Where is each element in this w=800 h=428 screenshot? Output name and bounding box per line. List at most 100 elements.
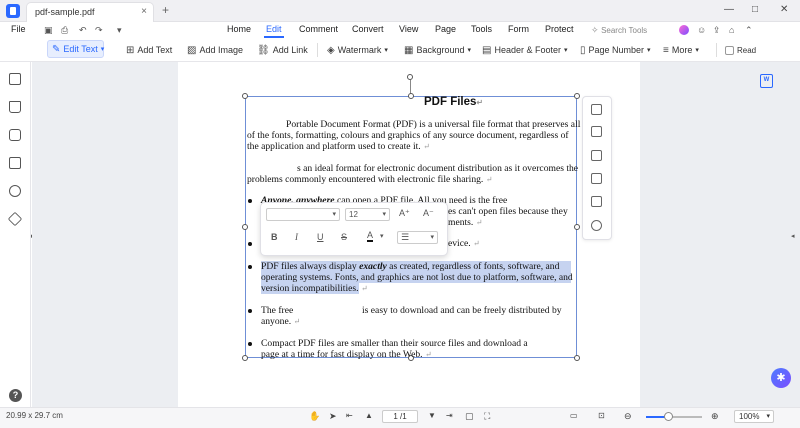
watermark-button[interactable]: ◈ Watermark ▾ — [327, 43, 388, 57]
font-color-button[interactable]: A — [367, 231, 374, 242]
attachment-icon[interactable] — [9, 157, 21, 169]
comment-icon[interactable] — [9, 129, 21, 141]
menu-convert[interactable]: Convert — [352, 24, 384, 34]
resize-handle-tc[interactable] — [408, 93, 414, 99]
menu-tools[interactable]: Tools — [471, 24, 492, 34]
notification-icon[interactable]: ⌂ — [729, 25, 734, 35]
undo-icon[interactable]: ↶ — [79, 25, 87, 36]
previous-page-icon[interactable]: ▲ — [365, 411, 373, 420]
resize-handle-br[interactable] — [574, 355, 580, 361]
hand-tool-icon[interactable]: ✋ — [309, 411, 320, 422]
add-link-button[interactable]: ⛓ Add Link — [257, 43, 308, 57]
image-icon[interactable] — [591, 150, 602, 161]
resize-handle-tl[interactable] — [242, 93, 248, 99]
menu-file[interactable]: File — [11, 24, 26, 34]
add-image-button[interactable]: ▨ Add Image — [187, 43, 243, 57]
chevron-down-icon[interactable]: ▾ — [380, 232, 384, 240]
text-line[interactable]: of the fonts, formatting, colours and gr… — [247, 130, 569, 141]
menu-page[interactable]: Page — [435, 24, 456, 34]
maximize-icon[interactable]: □ — [752, 4, 758, 15]
new-tab-icon[interactable]: + — [162, 3, 169, 17]
alignment-select[interactable]: ☰ ▾ — [397, 231, 438, 244]
decrease-font-icon[interactable]: A⁻ — [423, 208, 434, 219]
menu-home[interactable]: Home — [227, 24, 251, 34]
read-checkbox[interactable] — [725, 45, 734, 55]
text-align-icon[interactable] — [591, 126, 602, 137]
text-line[interactable]: Compact PDF files are smaller than their… — [261, 338, 528, 349]
menu-comment[interactable]: Comment — [299, 24, 338, 34]
select-tool-icon[interactable]: ➤ — [329, 411, 337, 422]
redo-icon[interactable]: ↷ — [95, 25, 103, 36]
settings-icon[interactable] — [591, 220, 602, 231]
tab-close-icon[interactable]: × — [141, 6, 147, 17]
more-button[interactable]: ≡ More ▾ — [663, 43, 699, 57]
text-line[interactable]: page at a time for fast display on the W… — [261, 349, 432, 360]
fit-width-icon[interactable]: ⛶ — [484, 411, 490, 422]
close-window-icon[interactable]: ✕ — [780, 4, 788, 15]
text-line[interactable]: s an ideal format for electronic documen… — [297, 163, 578, 174]
bold-button[interactable]: B — [271, 232, 278, 242]
user-icon[interactable]: ☺ — [697, 25, 706, 35]
expand-icon[interactable]: ⌃ — [745, 25, 753, 36]
increase-font-icon[interactable]: A⁺ — [399, 208, 410, 219]
ai-assistant-icon[interactable] — [679, 25, 689, 35]
text-line[interactable]: the application and platform used to cre… — [247, 141, 430, 152]
zoom-out-icon[interactable]: ⊖ — [624, 411, 632, 422]
menu-protect[interactable]: Protect — [545, 24, 574, 34]
edit-text-button[interactable]: ✎ Edit Text ▾ — [47, 40, 104, 58]
first-page-icon[interactable]: ⇤ — [346, 411, 353, 420]
text-line[interactable]: Portable Document Format (PDF) is a univ… — [286, 119, 580, 130]
read-mode-toggle[interactable]: Read — [725, 43, 756, 57]
save-icon[interactable]: ▣ — [44, 25, 53, 36]
text-line[interactable]: The free — [261, 305, 293, 316]
search-panel-icon[interactable] — [9, 185, 21, 197]
zoom-select[interactable]: 100% ▾ — [734, 410, 774, 423]
highlighted-text-line[interactable]: operating systems. Fonts, and graphics a… — [261, 272, 573, 283]
resize-handle-ml[interactable] — [242, 224, 248, 230]
text-line[interactable]: is easy to download and can be freely di… — [362, 305, 562, 316]
bookmark-icon[interactable] — [9, 101, 21, 113]
text-line[interactable]: evice. ↵ — [448, 238, 480, 249]
copy-icon[interactable] — [591, 104, 602, 115]
text-line[interactable]: es can't open files because they — [448, 206, 568, 217]
page-number-input[interactable]: 1 /1 — [382, 410, 418, 423]
font-family-select[interactable]: ▾ — [266, 208, 340, 221]
page-layout-icon[interactable]: ▭ — [570, 411, 578, 420]
strikethrough-button[interactable]: S — [341, 232, 347, 242]
ai-assistant-float-icon[interactable]: ✱ — [771, 368, 791, 388]
fit-page-icon[interactable]: ▢ — [465, 411, 474, 422]
resize-handle-tr[interactable] — [574, 93, 580, 99]
document-title[interactable]: PDF Files↵ — [424, 96, 483, 108]
add-text-button[interactable]: ⊞ Add Text — [126, 43, 172, 57]
italic-button[interactable]: I — [295, 232, 298, 242]
right-panel-collapse-icon[interactable]: ◂ — [791, 232, 795, 240]
panel-icon[interactable] — [9, 73, 21, 85]
share-icon[interactable]: ⇪ — [713, 25, 721, 36]
ocr-icon[interactable] — [591, 196, 602, 207]
search-tools[interactable]: ✧ Search Tools — [591, 25, 647, 36]
resize-handle-mr[interactable] — [574, 224, 580, 230]
font-size-select[interactable]: 12 ▾ — [345, 208, 390, 221]
menu-view[interactable]: View — [399, 24, 418, 34]
menu-edit[interactable]: Edit — [266, 24, 282, 34]
next-page-icon[interactable]: ▼ — [428, 411, 436, 420]
highlighted-text-line[interactable]: PDF files always display exactly as crea… — [261, 261, 571, 272]
last-page-icon[interactable]: ⇥ — [446, 411, 453, 420]
text-line[interactable]: version incompatibilities. ↵ — [261, 283, 368, 294]
background-button[interactable]: ▦ Background ▾ — [404, 43, 471, 57]
text-line[interactable]: problems commonly encountered with elect… — [247, 174, 492, 185]
text-line[interactable]: ments. ↵ — [448, 217, 482, 228]
print-icon[interactable]: ⎙ — [61, 25, 68, 36]
header-footer-button[interactable]: ▤ Header & Footer ▾ — [482, 43, 568, 57]
zoom-in-icon[interactable]: ⊕ — [711, 411, 719, 422]
resize-handle-bl[interactable] — [242, 355, 248, 361]
document-tab[interactable]: pdf-sample.pdf × — [26, 2, 154, 22]
help-icon[interactable]: ? — [9, 389, 22, 402]
underline-button[interactable]: U — [317, 232, 324, 242]
rotate-handle[interactable] — [407, 74, 413, 80]
quick-menu-icon[interactable]: ▾ — [117, 25, 122, 36]
convert-to-word-icon[interactable]: W — [760, 74, 773, 88]
edit-note-icon[interactable] — [591, 173, 602, 184]
menu-form[interactable]: Form — [508, 24, 529, 34]
page-number-button[interactable]: ▯ Page Number ▾ — [580, 43, 651, 57]
